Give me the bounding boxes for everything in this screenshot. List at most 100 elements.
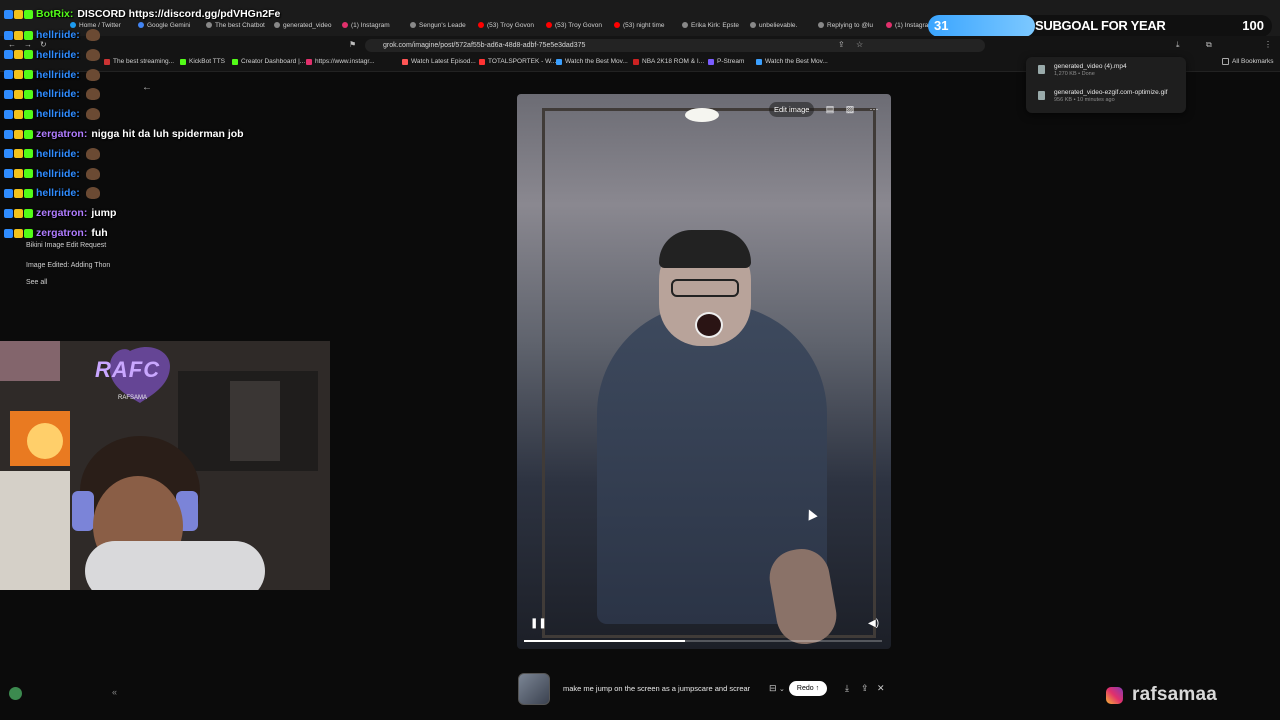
image-icon[interactable]: ▨: [845, 104, 855, 114]
redo-label: Redo: [796, 685, 814, 692]
edit-prompt-icon[interactable]: ⊟: [769, 683, 777, 694]
sidebar-see-all[interactable]: See all: [26, 279, 47, 286]
tab-favicon-icon: [206, 22, 212, 28]
collapse-sidebar-icon[interactable]: «: [112, 687, 117, 697]
chat-badge-icon: [4, 188, 13, 198]
chat-username[interactable]: hellriide:: [36, 168, 80, 180]
tab-label: Replying to @lu: [827, 21, 873, 29]
bookmark-icon[interactable]: ⚑: [349, 40, 356, 49]
chat-badge-icon: [14, 228, 23, 238]
chevron-down-icon[interactable]: ⌄: [779, 685, 785, 693]
chat-message: hellriide:: [4, 185, 100, 201]
chat-badge-icon: [14, 50, 23, 60]
browser-tab[interactable]: (1) Instagram: [342, 18, 404, 32]
back-arrow-icon[interactable]: ←: [142, 82, 152, 93]
browser-tab[interactable]: Replying to @lu: [818, 18, 880, 32]
generated-video-player[interactable]: [517, 94, 891, 649]
bookmark-item[interactable]: TOTALSPORTEK - W...: [479, 58, 556, 65]
chat-badge-icon: [14, 70, 23, 80]
browser-tab[interactable]: (53) night time: [614, 18, 676, 32]
tab-favicon-icon: [614, 22, 620, 28]
share-icon[interactable]: ⇪: [838, 40, 845, 49]
chat-username[interactable]: BotRix:: [36, 8, 73, 20]
chat-badge-icon: [24, 188, 33, 198]
tab-label: generated_video: [283, 21, 332, 29]
all-bookmarks[interactable]: All Bookmarks: [1222, 58, 1274, 65]
browser-tab[interactable]: Erika Kirk: Epste: [682, 18, 744, 32]
sidebar-item[interactable]: Image Edited: Adding Thon: [26, 262, 110, 269]
tab-label: (1) Instagram: [351, 21, 390, 29]
chat-username[interactable]: hellriide:: [36, 148, 80, 160]
bookmark-item[interactable]: The best streaming...: [104, 58, 174, 65]
chat-username[interactable]: hellriide:: [36, 49, 80, 61]
tab-label: (53) Troy Govon: [487, 21, 534, 29]
bookmark-favicon-icon: [633, 58, 639, 65]
share-video-icon[interactable]: ⇪: [861, 683, 869, 694]
tab-label: unbelievable.: [759, 21, 798, 29]
video-progress-track[interactable]: [524, 640, 882, 642]
tab-label: Erika Kirk: Epste: [691, 21, 740, 29]
bookmark-label: https://www.instagr...: [315, 58, 375, 65]
browser-tab[interactable]: (53) Troy Govon: [478, 18, 540, 32]
bookmark-item[interactable]: Watch the Best Mov...: [556, 58, 628, 65]
chat-username[interactable]: hellriide:: [36, 69, 80, 81]
chat-badge-icon: [14, 208, 23, 218]
browser-tab[interactable]: generated_video: [274, 18, 336, 32]
bookmark-item[interactable]: Creator Dashboard |...: [232, 58, 305, 65]
bookmark-label: Watch Latest Episod...: [411, 58, 476, 65]
browser-tab[interactable]: (53) Troy Govon: [546, 18, 608, 32]
chat-badges: [4, 109, 33, 119]
extensions-icon[interactable]: ⧉: [1206, 40, 1212, 50]
download-icon[interactable]: ⤓: [1176, 40, 1180, 50]
more-options-icon[interactable]: ⋯: [869, 104, 879, 114]
chat-badge-icon: [14, 109, 23, 119]
sidebar-item[interactable]: Bikini Image Edit Request: [26, 242, 106, 249]
chat-message-text: fuh: [91, 227, 108, 239]
subgoal-title: SUBGOAL FOR YEAR: [1035, 18, 1166, 33]
chat-username[interactable]: zergatron:: [36, 207, 87, 219]
prompt-input[interactable]: make me jump on the screen as a jumpscar…: [563, 684, 768, 693]
avatar[interactable]: [9, 687, 22, 700]
chat-badges: [4, 89, 33, 99]
menu-icon[interactable]: ⋮: [1264, 40, 1272, 49]
tab-favicon-icon: [410, 22, 416, 28]
chat-badge-icon: [14, 149, 23, 159]
chat-username[interactable]: hellriide:: [36, 187, 80, 199]
chat-username[interactable]: hellriide:: [36, 108, 80, 120]
save-icon[interactable]: ▤: [825, 104, 835, 114]
chat-badges: [4, 129, 33, 139]
bookmark-item[interactable]: KickBot TTS: [180, 58, 225, 65]
download-video-icon[interactable]: ⤓: [845, 683, 849, 694]
chat-emote-icon: [85, 187, 100, 200]
bookmark-item[interactable]: Watch the Best Mov...: [756, 58, 828, 65]
chat-badge-icon: [24, 129, 33, 139]
bookmark-item[interactable]: https://www.instagr...: [306, 58, 375, 65]
chat-username[interactable]: zergatron:: [36, 227, 87, 239]
chat-badge-icon: [24, 228, 33, 238]
source-image-thumbnail[interactable]: [518, 673, 550, 705]
redo-button[interactable]: Redo ↑: [789, 681, 827, 696]
tab-favicon-icon: [342, 22, 348, 28]
chat-username[interactable]: zergatron:: [36, 128, 87, 140]
chat-badge-icon: [4, 89, 13, 99]
chat-message: hellriide:: [4, 146, 100, 162]
bookmark-label: The best streaming...: [113, 58, 175, 65]
chat-username[interactable]: hellriide:: [36, 29, 80, 41]
bookmark-item[interactable]: Watch Latest Episod...: [402, 58, 476, 65]
pause-icon[interactable]: ❚❚: [530, 618, 547, 629]
star-icon[interactable]: ☆: [856, 40, 863, 49]
volume-icon[interactable]: ◀): [868, 618, 879, 629]
chat-username[interactable]: hellriide:: [36, 88, 80, 100]
browser-tab[interactable]: Sengun's Leade: [410, 18, 472, 32]
browser-tab[interactable]: unbelievable.: [750, 18, 812, 32]
edit-image-button[interactable]: Edit image: [769, 102, 815, 117]
chat-message: hellriide:: [4, 67, 100, 83]
tab-label: (53) Troy Govon: [555, 21, 602, 29]
chat-badge-icon: [14, 129, 23, 139]
chat-badge-icon: [4, 228, 13, 238]
close-icon[interactable]: ✕: [877, 683, 885, 694]
address-bar[interactable]: grok.com/imagine/post/572af55b-ad6a-48d8…: [365, 39, 985, 52]
chat-message-text: DISCORD https://discord.gg/pdVHGn2Fe: [77, 8, 281, 20]
bookmark-item[interactable]: P-Stream: [708, 58, 744, 65]
bookmark-item[interactable]: NBA 2K18 ROM & I...: [633, 58, 704, 65]
